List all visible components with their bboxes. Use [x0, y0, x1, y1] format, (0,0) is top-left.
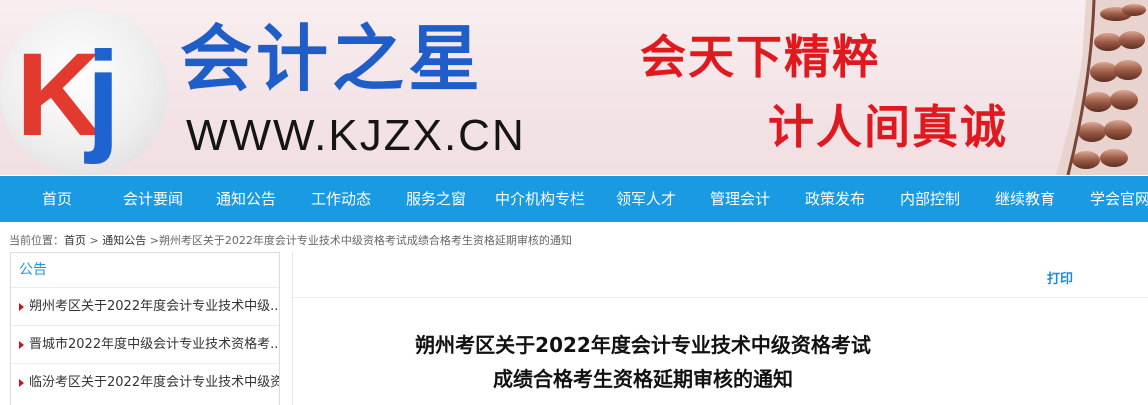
- site-url: WWW.KJZX.CN: [186, 111, 526, 160]
- logo-badge[interactable]: K j: [0, 8, 168, 175]
- sidebar-title: 公告: [19, 262, 47, 278]
- sidebar-item-label: 晋城市2022年度中级会计专业技术资格考...: [29, 337, 279, 352]
- announcement-sidebar: 公告 朔州考区关于2022年度会计专业技术中级... 晋城市2022年度中级会计…: [10, 252, 280, 405]
- breadcrumb-separator: >: [86, 234, 103, 247]
- bullet-triangle-icon: [19, 379, 24, 387]
- nav-leading-talents[interactable]: 领军人才: [599, 176, 693, 222]
- article-toolbar: 打印: [293, 252, 1148, 298]
- sidebar-item[interactable]: 晋城市2022年度中级会计专业技术资格考...: [11, 325, 279, 363]
- bullet-triangle-icon: [19, 303, 24, 311]
- nav-society-website[interactable]: 学会官网: [1072, 176, 1148, 222]
- nav-notices[interactable]: 通知公告: [199, 176, 293, 222]
- sidebar-item[interactable]: 朔州考区关于2022年度会计专业技术中级...: [11, 287, 279, 325]
- breadcrumb-separator: >: [146, 234, 159, 247]
- nav-management-accounting[interactable]: 管理会计: [693, 176, 787, 222]
- slogan-line-2: 计人间真诚: [768, 100, 1008, 154]
- slogan-line-1: 会天下精粹: [640, 30, 880, 84]
- breadcrumb-section-link[interactable]: 通知公告: [102, 234, 146, 247]
- logo-letter-k: K: [16, 29, 101, 161]
- breadcrumb: 当前位置：首页 > 通知公告 >朔州考区关于2022年度会计专业技术中级资格考试…: [9, 233, 572, 249]
- nav-service-window[interactable]: 服务之窗: [389, 176, 483, 222]
- bullet-triangle-icon: [19, 341, 24, 349]
- nav-policy-release[interactable]: 政策发布: [788, 176, 882, 222]
- site-name: 会计之星: [180, 17, 485, 101]
- logo-letter-j: j: [86, 27, 121, 165]
- nav-intermediary-agencies[interactable]: 中介机构专栏: [488, 176, 592, 222]
- site-banner: K j 会计之星 WWW.KJZX.CN 会天下精粹 计人间真诚: [0, 0, 1148, 175]
- nav-home[interactable]: 首页: [10, 176, 104, 222]
- article-title-line-1: 朔州考区关于2022年度会计专业技术中级资格考试: [415, 333, 871, 357]
- nav-internal-control[interactable]: 内部控制: [883, 176, 977, 222]
- nav-accounting-news[interactable]: 会计要闻: [106, 176, 200, 222]
- article-panel: 打印 朔州考区关于2022年度会计专业技术中级资格考试 成绩合格考生资格延期审核…: [292, 252, 1148, 405]
- nav-work-updates[interactable]: 工作动态: [294, 176, 388, 222]
- breadcrumb-home-link[interactable]: 首页: [64, 234, 86, 247]
- sidebar-item-label: 朔州考区关于2022年度会计专业技术中级...: [29, 299, 279, 314]
- article-title: 朔州考区关于2022年度会计专业技术中级资格考试 成绩合格考生资格延期审核的通知: [293, 328, 993, 396]
- breadcrumb-current: 朔州考区关于2022年度会计专业技术中级资格考试成绩合格考生资格延期审核的通知: [158, 234, 572, 247]
- breadcrumb-prefix: 当前位置：: [9, 234, 64, 247]
- sidebar-item[interactable]: 临汾考区关于2022年度会计专业技术中级资格考试...: [11, 363, 279, 401]
- abacus-icon: [1056, 0, 1148, 175]
- article-title-line-2: 成绩合格考生资格延期审核的通知: [493, 367, 793, 391]
- main-nav: 首页 会计要闻 通知公告 工作动态 服务之窗 中介机构专栏 领军人才 管理会计 …: [0, 176, 1148, 222]
- print-button[interactable]: 打印: [1047, 268, 1073, 287]
- sidebar-item-label: 临汾考区关于2022年度会计专业技术中级资格考试...: [29, 375, 279, 390]
- nav-continuing-education[interactable]: 继续教育: [978, 176, 1072, 222]
